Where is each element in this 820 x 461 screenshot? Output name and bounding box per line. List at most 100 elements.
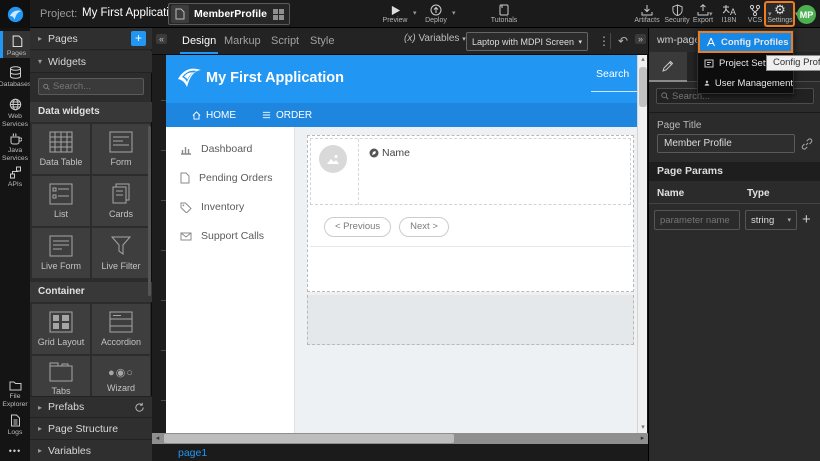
pages-section-header[interactable]: ▸ Pages + <box>30 28 152 50</box>
scroll-right-icon[interactable]: ▸ <box>637 433 648 444</box>
left-rail: Pages Databases Web Services Java Servic… <box>0 28 30 461</box>
list-item-card[interactable]: Name <box>310 138 631 205</box>
rail-item-java-services[interactable]: Java Services <box>0 128 30 164</box>
deploy-chevron-icon[interactable]: ▾ <box>452 9 456 17</box>
widget-list[interactable]: List <box>32 176 90 226</box>
i18n-icon: A <box>722 4 736 16</box>
page-title-input[interactable] <box>657 134 795 153</box>
widget-accordion[interactable]: Accordion <box>92 304 150 354</box>
wavemaker-logo[interactable] <box>0 0 30 28</box>
deploy-button[interactable]: Deploy <box>420 0 452 28</box>
data-table-icon <box>49 131 73 153</box>
widgets-section-header[interactable]: ▾ Widgets <box>30 51 152 73</box>
rail-item-apis[interactable]: APIs <box>0 162 30 189</box>
tutorials-button[interactable]: Tutorials <box>486 0 522 28</box>
next-button[interactable]: Next > <box>399 217 449 237</box>
more-options-kebab-icon[interactable]: ⋮ <box>598 34 610 48</box>
rail-item-file-explorer[interactable]: File Explorer <box>0 376 30 410</box>
export-chevron-icon[interactable]: ▾ <box>709 10 713 18</box>
device-select[interactable]: Laptop with MDPI Screen ▾ <box>466 32 588 51</box>
bind-link-icon[interactable] <box>801 138 813 150</box>
i18n-button[interactable]: A I18N <box>714 0 744 28</box>
tutorials-icon <box>499 4 509 16</box>
variables-button[interactable]: (x) Variables ▾ <box>404 33 466 44</box>
pencil-icon <box>662 60 674 72</box>
page-structure-section-header[interactable]: ▸ Page Structure <box>30 418 152 440</box>
nav-item-home[interactable]: HOME <box>192 110 236 121</box>
wave-logo-icon <box>7 6 24 23</box>
widget-form[interactable]: Form <box>92 124 150 174</box>
nav-item-order[interactable]: ORDER <box>262 110 312 121</box>
undo-button[interactable]: ↶ <box>618 34 628 48</box>
previous-button[interactable]: < Previous <box>324 217 391 237</box>
page-params-header: Page Params <box>649 162 820 181</box>
page-selector-dropdown[interactable]: MemberProfile <box>168 3 290 25</box>
rail-item-databases[interactable]: Databases <box>0 62 30 89</box>
column-type: Type <box>747 188 770 199</box>
widget-live-form[interactable]: Live Form <box>32 228 90 278</box>
vertical-scroll-thumb[interactable] <box>639 67 647 107</box>
list-icon <box>49 183 73 205</box>
globe-icon <box>9 98 22 111</box>
folder-icon <box>9 380 22 391</box>
widget-data-table[interactable]: Data Table <box>32 124 90 174</box>
prefabs-section-header[interactable]: ▸ Prefabs <box>30 396 152 418</box>
param-name-input[interactable] <box>654 210 740 230</box>
footer-placeholder[interactable] <box>307 295 634 345</box>
menu-item-pending-orders[interactable]: Pending Orders <box>180 172 273 184</box>
app-search-underline <box>591 91 637 92</box>
panel-scrollbar[interactable] <box>148 126 151 296</box>
widget-search-input[interactable] <box>53 81 139 92</box>
app-header[interactable]: My First Application Search <box>166 55 637 103</box>
menu-item-config-profiles[interactable]: Config Profiles <box>698 31 793 53</box>
tab-design[interactable]: Design <box>180 28 218 54</box>
menu-item-user-management[interactable]: User Management <box>698 73 793 93</box>
horizontal-scroll-thumb[interactable] <box>164 434 454 443</box>
variables-section-header[interactable]: ▸ Variables <box>30 440 152 461</box>
rail-item-pages[interactable]: Pages <box>0 31 30 58</box>
name-field[interactable]: Name <box>369 147 410 159</box>
user-avatar[interactable]: MP <box>797 5 816 24</box>
rail-more-button[interactable]: ••• <box>0 442 30 458</box>
settings-button[interactable]: ⚙ Settings <box>765 0 795 28</box>
tab-markup[interactable]: Markup <box>222 28 263 54</box>
widget-live-filter[interactable]: Live Filter <box>92 228 150 278</box>
refresh-icon[interactable] <box>134 402 145 413</box>
collapse-panel-button[interactable]: « <box>156 34 167 44</box>
preview-button[interactable]: Preview <box>378 0 412 28</box>
collapsed-arrow-icon: ▸ <box>38 34 42 43</box>
list-widget-container[interactable]: Name < Previous Next > <box>307 135 634 292</box>
app-search-label[interactable]: Search <box>596 68 629 80</box>
preview-chevron-icon[interactable]: ▾ <box>413 9 417 17</box>
scroll-left-icon[interactable]: ◂ <box>152 433 163 444</box>
scroll-up-icon[interactable]: ▴ <box>638 55 648 65</box>
menu-item-support-calls[interactable]: Support Calls <box>180 230 264 242</box>
rail-item-web-services[interactable]: Web Services <box>0 94 30 130</box>
param-type-select[interactable]: string ▾ <box>745 210 797 230</box>
collapse-right-panel-button[interactable]: » <box>635 34 646 44</box>
tab-script[interactable]: Script <box>269 28 301 54</box>
scroll-down-icon[interactable]: ▾ <box>638 423 648 433</box>
grid-layout-icon <box>49 311 73 333</box>
menu-item-dashboard[interactable]: Dashboard <box>180 143 252 155</box>
add-page-button[interactable]: + <box>131 31 146 46</box>
rail-item-logs[interactable]: Logs <box>0 410 30 437</box>
add-param-button[interactable]: + <box>802 211 811 228</box>
tab-style[interactable]: Style <box>308 28 336 54</box>
user-icon <box>704 78 710 88</box>
menu-item-inventory[interactable]: Inventory <box>180 201 244 213</box>
properties-edit-tab[interactable] <box>649 52 687 82</box>
download-icon <box>641 4 653 16</box>
widget-grid-layout[interactable]: Grid Layout <box>32 304 90 354</box>
page-tab-page1[interactable]: page1 <box>178 447 207 459</box>
canvas-horizontal-scrollbar[interactable]: ◂ ▸ <box>152 433 648 444</box>
database-icon <box>9 66 22 79</box>
app-nav-bar: HOME ORDER <box>166 103 637 127</box>
project-name: My First Application <box>82 7 182 19</box>
widget-cards[interactable]: Cards <box>92 176 150 226</box>
profile-picture-placeholder[interactable] <box>319 145 347 173</box>
canvas-vertical-scrollbar[interactable]: ▴ ▾ <box>637 55 647 433</box>
widget-search[interactable] <box>38 78 144 95</box>
artifacts-button[interactable]: Artifacts <box>630 0 664 28</box>
design-toolbar: « Design Markup Script Style (x) Variabl… <box>152 28 648 55</box>
